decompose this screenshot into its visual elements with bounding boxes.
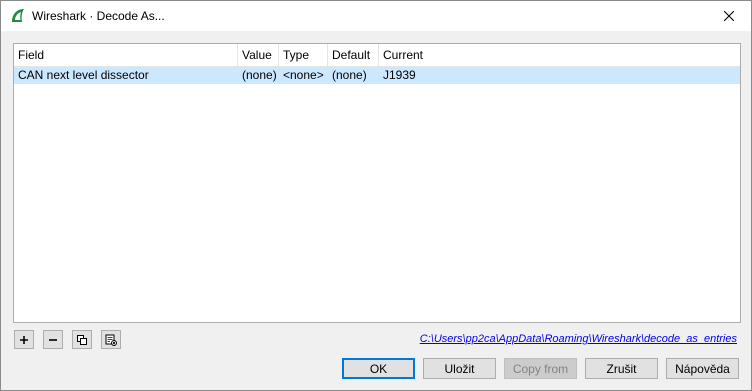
add-entry-button[interactable] bbox=[14, 330, 34, 349]
copy-from-button[interactable]: Copy from bbox=[504, 358, 577, 379]
window-title: Wireshark · Decode As... bbox=[32, 9, 165, 23]
close-button[interactable] bbox=[707, 1, 751, 31]
column-header-value[interactable]: Value bbox=[238, 44, 279, 67]
clear-icon bbox=[105, 334, 117, 346]
clear-entries-button[interactable] bbox=[101, 330, 121, 349]
cancel-button[interactable]: Zrušit bbox=[585, 358, 658, 379]
title-bar: Wireshark · Decode As... bbox=[1, 1, 751, 31]
cell-current[interactable]: J1939 bbox=[379, 67, 416, 84]
decode-as-entries-path-link[interactable]: C:\Users\pp2ca\AppData\Roaming\Wireshark… bbox=[420, 333, 737, 345]
table-header: Field Value Type Default Current bbox=[14, 44, 740, 67]
decode-as-dialog: Wireshark · Decode As... Field Value Typ… bbox=[0, 0, 752, 391]
column-header-type[interactable]: Type bbox=[279, 44, 328, 67]
ok-button[interactable]: OK bbox=[342, 358, 415, 379]
column-header-field[interactable]: Field bbox=[14, 44, 238, 67]
copy-icon bbox=[77, 334, 87, 345]
cell-field[interactable]: CAN next level dissector bbox=[14, 67, 149, 84]
remove-entry-button[interactable] bbox=[43, 330, 63, 349]
copy-entry-button[interactable] bbox=[72, 330, 92, 349]
cell-type[interactable]: <none> bbox=[279, 67, 324, 84]
help-button[interactable]: Nápověda bbox=[666, 358, 739, 379]
save-button[interactable]: Uložit bbox=[423, 358, 496, 379]
minus-icon bbox=[49, 338, 57, 341]
cell-value[interactable]: (none) bbox=[238, 67, 277, 84]
column-header-default[interactable]: Default bbox=[328, 44, 379, 67]
plus-icon bbox=[20, 335, 28, 344]
cell-default[interactable]: (none) bbox=[328, 67, 367, 84]
close-icon bbox=[724, 11, 734, 21]
table-row[interactable]: CAN next level dissector (none) <none> (… bbox=[14, 67, 740, 84]
column-header-current[interactable]: Current bbox=[379, 44, 740, 67]
wireshark-fin-icon bbox=[12, 9, 24, 22]
decode-as-table[interactable]: Field Value Type Default Current CAN nex… bbox=[13, 43, 741, 323]
